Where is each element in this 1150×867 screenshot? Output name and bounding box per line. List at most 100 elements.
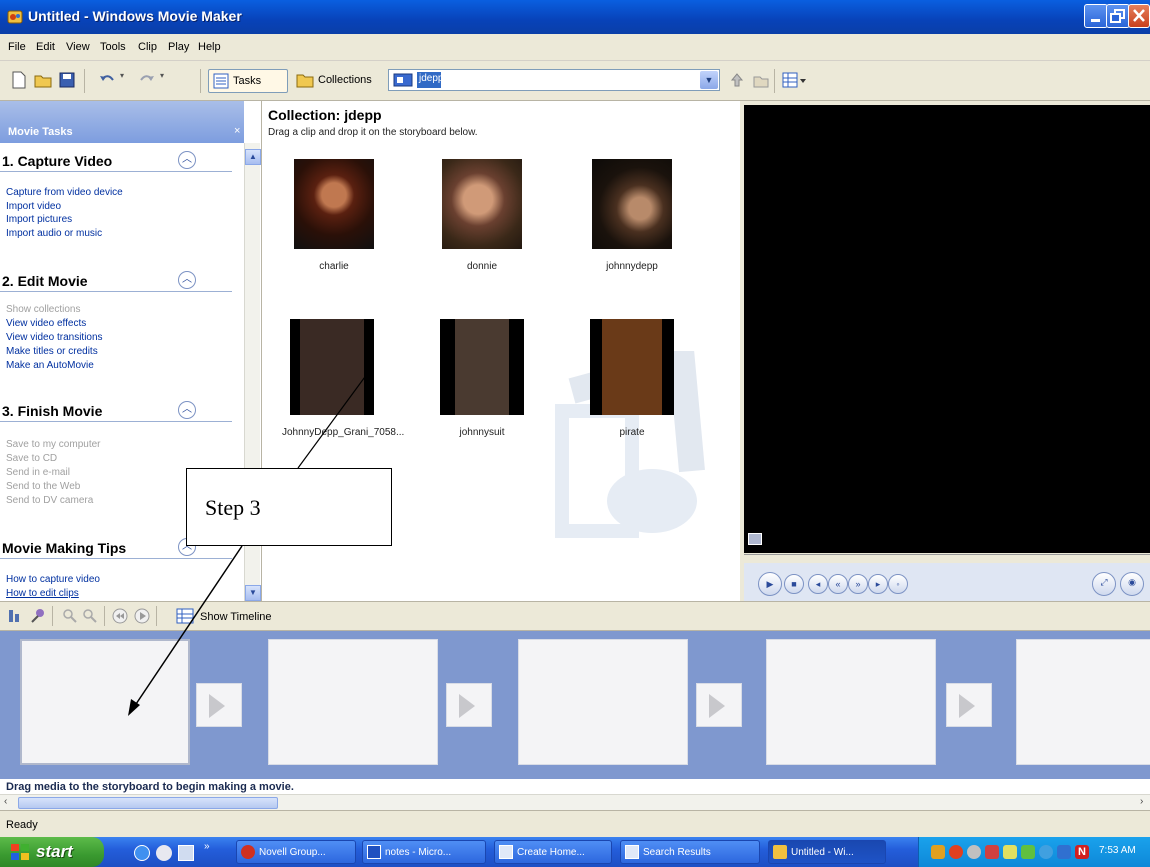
tray-app-icon[interactable] <box>931 845 945 859</box>
scroll-thumb[interactable] <box>18 797 278 809</box>
redo-dropdown-icon[interactable]: ▾ <box>160 71 170 89</box>
menu-tools[interactable]: Tools <box>100 41 126 53</box>
redo-icon[interactable] <box>138 71 156 89</box>
menu-play[interactable]: Play <box>168 41 189 53</box>
clip-thumbnail[interactable]: johnnysuit <box>432 319 532 438</box>
section-capture-video[interactable]: 1. Capture Video <box>0 153 232 172</box>
maximize-button[interactable] <box>1106 4 1130 28</box>
minimize-button[interactable] <box>1084 4 1108 28</box>
task-link[interactable]: Make an AutoMovie <box>6 360 94 371</box>
tray-app-icon[interactable] <box>967 845 981 859</box>
collapse-chevron-icon[interactable]: ︿ <box>178 151 196 169</box>
rewind-storyboard-icon[interactable] <box>112 608 130 626</box>
set-audio-levels-icon[interactable] <box>6 608 24 626</box>
split-button[interactable]: ◦ <box>888 574 908 594</box>
take-picture-button[interactable]: ◉ <box>1120 572 1144 596</box>
tray-app-icon[interactable] <box>1021 845 1035 859</box>
scroll-down-arrow-icon[interactable]: ▼ <box>245 585 261 601</box>
tray-app-icon[interactable] <box>1003 845 1017 859</box>
storyboard-scrollbar[interactable]: ‹ › <box>0 794 1150 810</box>
tasks-button[interactable]: Tasks <box>208 69 288 93</box>
close-pane-icon[interactable]: × <box>234 125 240 137</box>
novell-n-icon[interactable]: N <box>1075 845 1089 859</box>
task-link[interactable]: View video transitions <box>6 332 103 343</box>
menu-view[interactable]: View <box>66 41 90 53</box>
play-button[interactable]: ▶ <box>758 572 782 596</box>
transition-slot[interactable] <box>196 683 242 727</box>
task-link[interactable]: Import video <box>6 201 61 212</box>
views-icon[interactable] <box>782 71 806 89</box>
tray-app-icon[interactable] <box>985 845 999 859</box>
scroll-right-arrow-icon[interactable]: › <box>1140 796 1143 807</box>
clip-thumbnail[interactable]: johnnydepp <box>582 159 682 272</box>
taskbar-item[interactable]: Create Home... <box>494 840 612 864</box>
collection-combo[interactable]: jdepp ▼ <box>388 69 720 91</box>
undo-icon[interactable] <box>98 71 116 89</box>
play-storyboard-icon[interactable] <box>134 608 152 626</box>
zoom-in-icon[interactable] <box>62 608 80 626</box>
storyboard-slot[interactable] <box>518 639 688 765</box>
stop-button[interactable]: ■ <box>784 574 804 594</box>
section-finish-movie[interactable]: 3. Finish Movie <box>0 403 232 422</box>
storyboard[interactable] <box>0 631 1150 779</box>
messenger-quicklaunch-icon[interactable] <box>156 845 172 861</box>
task-link[interactable]: View video effects <box>6 318 86 329</box>
task-link[interactable]: How to capture video <box>6 574 100 585</box>
section-edit-movie[interactable]: 2. Edit Movie <box>0 273 232 292</box>
menu-help[interactable]: Help <box>198 41 221 53</box>
next-frame-button[interactable]: ▸ <box>868 574 888 594</box>
seek-bar[interactable] <box>744 554 1150 562</box>
taskbar-item[interactable]: notes - Micro... <box>362 840 486 864</box>
task-link[interactable]: Import audio or music <box>6 228 102 239</box>
show-timeline-icon[interactable] <box>176 608 194 626</box>
menu-clip[interactable]: Clip <box>138 41 157 53</box>
task-link[interactable]: Import pictures <box>6 214 72 225</box>
storyboard-slot[interactable] <box>766 639 936 765</box>
title-bar[interactable]: Untitled - Windows Movie Maker <box>0 0 1150 34</box>
start-button[interactable]: start <box>0 837 104 867</box>
storyboard-slot[interactable] <box>268 639 438 765</box>
up-one-level-icon[interactable] <box>728 71 746 89</box>
new-collection-folder-icon[interactable] <box>752 71 770 89</box>
storyboard-slot[interactable] <box>20 639 190 765</box>
transition-slot[interactable] <box>696 683 742 727</box>
close-button[interactable] <box>1128 4 1150 28</box>
clip-thumbnail[interactable]: pirate <box>582 319 682 438</box>
task-link[interactable]: Make titles or credits <box>6 346 98 357</box>
full-screen-button[interactable]: ⤢ <box>1092 572 1116 596</box>
undo-dropdown-icon[interactable]: ▾ <box>120 71 130 89</box>
desktop-quicklaunch-icon[interactable] <box>178 845 194 861</box>
save-project-icon[interactable] <box>58 71 76 89</box>
fast-forward-button[interactable]: » <box>848 574 868 594</box>
task-link[interactable]: How to edit clips <box>6 588 79 599</box>
narrate-timeline-icon[interactable] <box>30 608 48 626</box>
scroll-up-arrow-icon[interactable]: ▲ <box>245 149 261 165</box>
transition-slot[interactable] <box>946 683 992 727</box>
collapse-chevron-icon[interactable]: ︿ <box>178 271 196 289</box>
taskbar-item[interactable]: Novell Group... <box>236 840 356 864</box>
collapse-chevron-icon[interactable]: ︿ <box>178 401 196 419</box>
seek-handle-icon[interactable] <box>748 533 762 545</box>
clip-thumbnail[interactable]: charlie <box>284 159 384 272</box>
collections-button[interactable]: Collections <box>292 69 378 93</box>
clip-thumbnail[interactable]: JohnnyDepp_Grani_7058... <box>282 319 404 438</box>
quicklaunch-more-icon[interactable]: » <box>204 841 210 852</box>
menu-file[interactable]: File <box>8 41 26 53</box>
task-link[interactable]: Capture from video device <box>6 187 123 198</box>
rewind-button[interactable]: « <box>828 574 848 594</box>
tray-app-icon[interactable] <box>1057 845 1071 859</box>
taskbar-item[interactable]: Search Results <box>620 840 760 864</box>
clip-thumbnail[interactable]: donnie <box>432 159 532 272</box>
combo-dropdown-arrow[interactable]: ▼ <box>700 71 718 89</box>
taskbar-item-active[interactable]: Untitled - Wi... <box>768 840 886 864</box>
new-project-icon[interactable] <box>10 71 28 89</box>
show-timeline-button[interactable]: Show Timeline <box>200 611 272 623</box>
ie-quicklaunch-icon[interactable] <box>134 845 150 861</box>
scroll-left-arrow-icon[interactable]: ‹ <box>4 796 7 807</box>
open-project-icon[interactable] <box>34 71 52 89</box>
tray-app-icon[interactable] <box>949 845 963 859</box>
menu-edit[interactable]: Edit <box>36 41 55 53</box>
previous-frame-button[interactable]: ◂ <box>808 574 828 594</box>
zoom-out-icon[interactable] <box>82 608 100 626</box>
transition-slot[interactable] <box>446 683 492 727</box>
